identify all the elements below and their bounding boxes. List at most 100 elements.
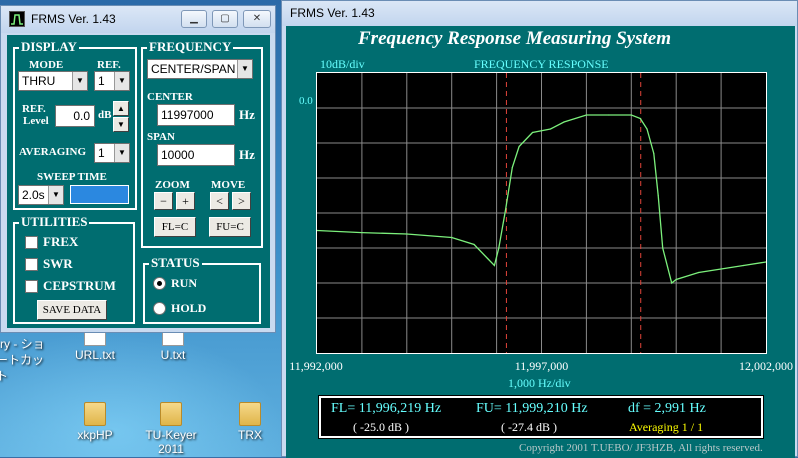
swr-label: SWR — [43, 256, 73, 271]
ref-level-up-button[interactable]: ▲ — [113, 101, 129, 116]
move-left-button[interactable]: < — [210, 192, 229, 210]
frequency-response-plot[interactable] — [316, 72, 767, 354]
chevron-down-icon: ▼ — [114, 144, 129, 162]
cepstrum-label: CEPSTRUM — [43, 278, 116, 293]
zoom-out-button[interactable]: − — [154, 192, 173, 210]
mode-label: MODE — [29, 59, 64, 71]
ref-select-value: 1 — [98, 74, 105, 88]
trace-point — [585, 114, 587, 116]
sweep-time-select[interactable]: 2.0s ▼ — [18, 185, 64, 205]
trace-point — [698, 271, 700, 274]
mode-select[interactable]: THRU ▼ — [18, 71, 88, 91]
ref-label: REF. — [97, 59, 121, 71]
minimize-button[interactable]: ▁ — [181, 10, 207, 28]
trace-point — [608, 114, 610, 116]
text-file-icon — [162, 332, 184, 346]
trace-point — [505, 208, 507, 211]
chevron-up-icon: ▲ — [117, 104, 125, 113]
fl-equals-c-button[interactable]: FL=C — [154, 217, 196, 237]
fl-readout: FL= 11,996,219 Hz — [331, 401, 442, 416]
center-frequency-input[interactable]: 11997000 — [157, 104, 235, 126]
desktop-icon-tu-keyer[interactable]: TU-Keyer 2011 — [136, 402, 206, 456]
fl-db-readout: ( -25.0 dB ) — [353, 420, 409, 434]
desktop-icon-label: TU-Keyer — [145, 428, 197, 442]
trace-point — [630, 114, 632, 116]
plot-canvas — [316, 73, 767, 353]
trace-point — [662, 247, 664, 249]
frms-app-icon — [9, 11, 25, 27]
swr-checkbox[interactable] — [25, 258, 38, 271]
chevron-down-icon: ▼ — [237, 60, 252, 78]
ref-level-input[interactable]: 0.0 — [55, 105, 95, 127]
desktop-icon-trx[interactable]: TRX — [215, 402, 285, 442]
scale-label: 10dB/div — [320, 57, 365, 71]
desktop-icon-label: rry - ショ — [0, 337, 45, 351]
trace-point — [671, 282, 673, 284]
fu-readout: FU= 11,999,210 Hz — [476, 401, 588, 416]
ref-level-unit: dB — [98, 109, 112, 121]
run-radio[interactable] — [153, 277, 166, 290]
trace-point — [361, 232, 363, 234]
marker-info-panel: FL= 11,996,219 Hz FU= 11,999,210 Hz df =… — [318, 395, 764, 439]
trace-point — [742, 264, 745, 267]
run-label: RUN — [171, 276, 197, 290]
display-group-title: DISPLAY — [19, 39, 79, 55]
desktop-icon-label: ートカット — [0, 353, 45, 383]
desktop-icon-label: U.txt — [160, 348, 186, 362]
span-input[interactable]: 10000 — [157, 144, 235, 166]
trace-point — [518, 145, 520, 148]
x-tick-label: 12,002,000 — [739, 359, 793, 373]
text-file-icon — [84, 332, 106, 346]
desktop-icon-xkphp[interactable]: xkpHP — [60, 402, 130, 442]
averaging-select[interactable]: 1 ▼ — [94, 143, 130, 163]
chevron-down-icon: ▼ — [114, 72, 129, 90]
ref-level-down-button[interactable]: ▼ — [113, 117, 129, 132]
close-icon: ✕ — [252, 13, 262, 24]
hold-label: HOLD — [171, 301, 207, 315]
ref-select[interactable]: 1 ▼ — [94, 71, 130, 91]
display-group: DISPLAY MODE REF. THRU ▼ 1 ▼ REF. Level … — [13, 39, 137, 210]
desktop-icon-u-txt[interactable]: U.txt — [138, 332, 208, 362]
move-right-button[interactable]: > — [232, 192, 251, 210]
x-division-label: 1,000 Hz/div — [508, 376, 571, 390]
trace-point — [451, 236, 453, 239]
frex-checkbox[interactable] — [25, 236, 38, 249]
trace-point — [487, 257, 489, 260]
frequency-group: FREQUENCY CENTER/SPAN ▼ CENTER 11997000 … — [141, 39, 263, 248]
copyright-text: Copyright 2001 T.UEBO/ JF3HZB, All right… — [519, 442, 763, 454]
mode-select-value: THRU — [22, 74, 56, 88]
cepstrum-checkbox[interactable] — [25, 280, 38, 293]
frequency-mode-select[interactable]: CENTER/SPAN ▼ — [147, 59, 253, 79]
ref-tick-label: 0.0 — [299, 95, 313, 107]
trace-point — [473, 243, 475, 246]
trace-point — [646, 128, 648, 130]
trace-point — [657, 194, 659, 197]
folder-icon — [84, 402, 106, 426]
save-data-button[interactable]: SAVE DATA — [37, 300, 107, 320]
graph-window-titlebar[interactable]: FRMS Ver. 1.43 — [282, 1, 797, 26]
maximize-button[interactable]: ▢ — [212, 10, 238, 28]
desktop-icon-label: TRX — [238, 428, 262, 442]
averaging-readout: Averaging 1 / 1 — [629, 420, 704, 434]
df-readout: df = 2,991 Hz — [628, 401, 706, 416]
desktop-icon-url-txt[interactable]: URL.txt — [60, 332, 130, 362]
desktop-shortcut-icon[interactable]: rry - ショ ートカット — [0, 336, 52, 384]
span-unit: Hz — [239, 147, 255, 162]
center-label: CENTER — [147, 91, 193, 103]
fu-equals-c-button[interactable]: FU=C — [209, 217, 251, 237]
graph-window: FRMS Ver. 1.43 Frequency Response Measur… — [281, 0, 798, 458]
zoom-label: ZOOM — [155, 179, 190, 191]
trace-point — [406, 233, 408, 235]
zoom-in-button[interactable]: + — [176, 192, 195, 210]
folder-icon — [239, 402, 261, 426]
close-button[interactable]: ✕ — [243, 10, 271, 28]
trace-point — [549, 128, 552, 130]
center-unit: Hz — [239, 107, 255, 122]
hold-radio[interactable] — [153, 302, 166, 315]
control-window-titlebar[interactable]: FRMS Ver. 1.43 ▁ ▢ ✕ — [1, 6, 275, 33]
trace-point — [531, 131, 534, 134]
window-title: FRMS Ver. 1.43 — [290, 6, 375, 20]
sweep-time-label: SWEEP TIME — [37, 171, 107, 183]
folder-icon — [160, 402, 182, 426]
ref-level-label: REF. Level — [21, 103, 49, 127]
